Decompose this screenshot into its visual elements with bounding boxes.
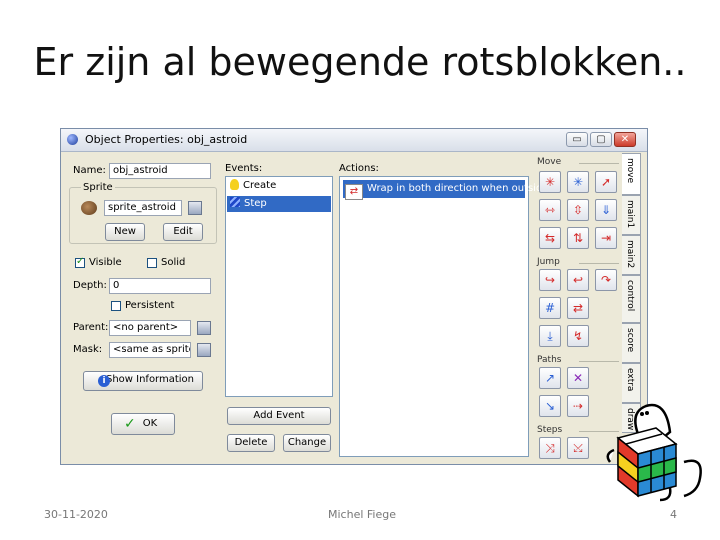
maximize-button[interactable]: ▢ xyxy=(590,132,612,147)
mask-select[interactable]: <same as sprite> xyxy=(109,342,191,358)
visible-label: Visible xyxy=(89,257,122,268)
name-label: Name: xyxy=(73,165,106,176)
speed-horizontal-icon[interactable]: ⇿ xyxy=(539,199,561,221)
solid-label: Solid xyxy=(161,257,186,268)
event-item-create[interactable]: Create xyxy=(227,178,331,194)
wrap-icon: ⇄ xyxy=(345,184,363,200)
path-speed-icon[interactable]: ⇢ xyxy=(567,395,589,417)
tab-move[interactable]: move xyxy=(622,153,641,195)
depth-input[interactable]: 0 xyxy=(109,278,211,294)
sprite-group-label: Sprite xyxy=(81,182,115,193)
tab-label: control xyxy=(625,280,635,312)
snap-grid-icon[interactable]: # xyxy=(539,297,561,319)
footer-author: Michel Fiege xyxy=(328,508,396,521)
end-path-icon[interactable]: ✕ xyxy=(567,367,589,389)
minimize-button[interactable]: ▭ xyxy=(566,132,588,147)
new-sprite-button[interactable]: New xyxy=(105,223,145,241)
move-towards-icon[interactable]: ➚ xyxy=(595,171,617,193)
footer-page-number: 4 xyxy=(670,508,677,521)
solid-checkbox[interactable] xyxy=(147,258,157,268)
reverse-horizontal-icon[interactable]: ⇆ xyxy=(539,227,561,249)
parent-menu-icon[interactable] xyxy=(197,321,211,335)
move-fixed-icon[interactable]: ✳ xyxy=(539,171,561,193)
wrap-screen-icon[interactable]: ⇄ xyxy=(567,297,589,319)
event-item-label: Create xyxy=(243,180,277,191)
sprite-menu-icon[interactable] xyxy=(188,201,202,215)
persistent-checkbox[interactable] xyxy=(111,301,121,311)
info-icon: i xyxy=(98,375,110,387)
jump-start-icon[interactable]: ↩ xyxy=(567,269,589,291)
delete-event-button[interactable]: Delete xyxy=(227,434,275,452)
tab-main2[interactable]: main2 xyxy=(622,235,641,275)
jump-position-icon[interactable]: ↪ xyxy=(539,269,561,291)
set-path-icon[interactable]: ↗ xyxy=(539,367,561,389)
tab-label: extra xyxy=(625,368,635,392)
move-free-icon[interactable]: ✳ xyxy=(567,171,589,193)
name-input[interactable]: obj_astroid xyxy=(109,163,211,179)
mask-menu-icon[interactable] xyxy=(197,343,211,357)
step-towards-icon[interactable]: ⤨ xyxy=(539,437,561,459)
tab-label: main1 xyxy=(625,200,635,229)
actions-list[interactable]: ⇄ Wrap in both direction when outside xyxy=(339,176,548,457)
event-item-step[interactable]: Step xyxy=(227,196,331,212)
actions-label: Actions: xyxy=(339,163,379,174)
lightbulb-icon xyxy=(230,179,239,190)
event-item-label: Step xyxy=(244,198,267,209)
depth-label: Depth: xyxy=(73,280,107,291)
tab-main1[interactable]: main1 xyxy=(622,195,641,235)
add-event-button[interactable]: Add Event xyxy=(227,407,331,425)
paths-section-label: Paths xyxy=(537,355,619,367)
ok-button[interactable]: ✓ OK xyxy=(111,413,175,435)
object-properties-window: Object Properties: obj_astroid ▭ ▢ ✕ Nam… xyxy=(60,128,648,465)
step-avoiding-icon[interactable]: ⤩ xyxy=(567,437,589,459)
action-item-wrap[interactable]: ⇄ Wrap in both direction when outside xyxy=(343,180,548,200)
mascot-illustration xyxy=(606,403,702,502)
show-information-button[interactable]: i Show Information xyxy=(83,371,203,391)
tab-label: main2 xyxy=(625,240,635,269)
window-titlebar[interactable]: Object Properties: obj_astroid ▭ ▢ ✕ xyxy=(61,129,647,152)
edit-sprite-button[interactable]: Edit xyxy=(163,223,203,241)
tab-control[interactable]: control xyxy=(622,275,641,323)
close-button[interactable]: ✕ xyxy=(614,132,636,147)
move-section-label: Move xyxy=(537,157,619,169)
events-label: Events: xyxy=(225,163,263,174)
checkmark-icon: ✓ xyxy=(124,416,136,432)
jump-random-icon[interactable]: ↷ xyxy=(595,269,617,291)
parent-select[interactable]: <no parent> xyxy=(109,320,191,336)
move-to-contact-icon[interactable]: ⤓ xyxy=(539,325,561,347)
sprite-select[interactable]: sprite_astroid xyxy=(104,200,182,216)
speed-vertical-icon[interactable]: ⇳ xyxy=(567,199,589,221)
friction-icon[interactable]: ⇥ xyxy=(595,227,617,249)
show-information-label: Show Information xyxy=(105,374,195,385)
sprite-thumbnail-icon xyxy=(81,201,97,215)
ok-label: OK xyxy=(142,418,158,429)
tab-label: move xyxy=(625,158,635,184)
reverse-vertical-icon[interactable]: ⇅ xyxy=(567,227,589,249)
app-icon xyxy=(67,134,78,145)
change-event-button[interactable]: Change xyxy=(283,434,331,452)
events-list[interactable]: Create Step xyxy=(225,176,333,397)
action-item-label: Wrap in both direction when outside xyxy=(367,183,549,194)
gravity-icon[interactable]: ⇓ xyxy=(595,199,617,221)
jump-section-label: Jump xyxy=(537,257,619,269)
parent-label: Parent: xyxy=(73,322,109,333)
footsteps-icon xyxy=(230,197,240,207)
tab-label: score xyxy=(625,328,635,353)
visible-checkbox[interactable] xyxy=(75,256,85,268)
tab-score[interactable]: score xyxy=(622,323,641,363)
mask-label: Mask: xyxy=(73,344,103,355)
footer-date: 30-11-2020 xyxy=(44,508,108,521)
persistent-label: Persistent xyxy=(125,300,175,311)
slide-title: Er zijn al bewegende rotsblokken.. xyxy=(33,40,687,84)
window-title: Object Properties: obj_astroid xyxy=(85,133,248,146)
bounce-icon[interactable]: ↯ xyxy=(567,325,589,347)
path-position-icon[interactable]: ↘ xyxy=(539,395,561,417)
